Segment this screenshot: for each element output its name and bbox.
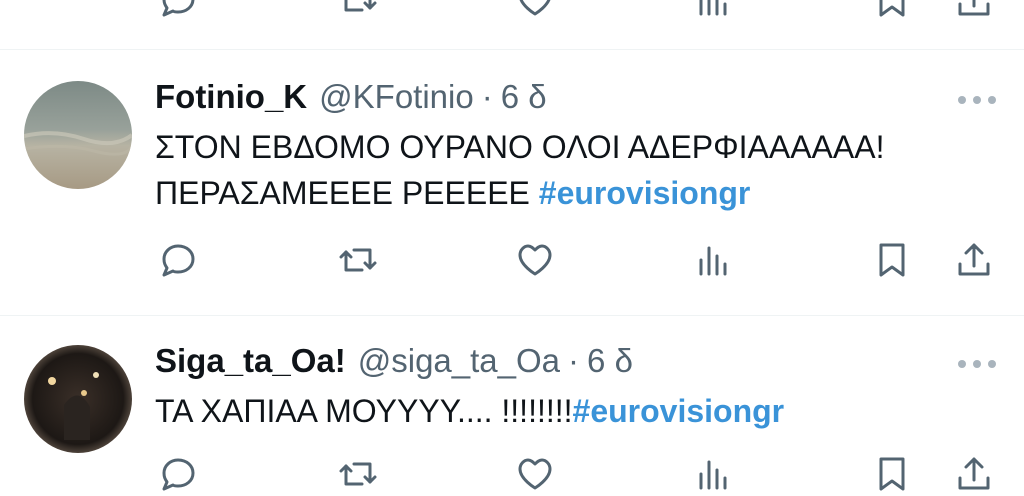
bookmark-icon [879,457,905,491]
bookmark-button[interactable] [870,452,914,496]
views-icon [699,246,727,276]
tweet-text: ΤΑ ΧΑΠΙΑΑ ΜΟΥΥΥΥ.... !!!!!!!!#eurovision… [155,388,784,434]
tweet-text-body: ΠΕΡΑΣΑΜΕΕΕΕ ΡΕΕΕΕΕ [155,175,539,211]
share-button[interactable] [952,452,996,496]
more-button[interactable] [955,90,999,110]
reply-button[interactable] [156,238,200,282]
reply-button[interactable] [156,452,200,496]
bookmark-button[interactable] [870,238,914,282]
retweet-icon [339,248,377,272]
avatar[interactable] [24,345,132,453]
timestamp[interactable]: 6 δ [587,342,633,380]
tweet[interactable]: Siga_ta_Oa! @siga_ta_Oa · 6 δ ΤΑ ΧΑΠΙΑΑ … [0,316,1024,491]
reply-icon [162,458,195,491]
avatar[interactable] [24,81,132,189]
more-icon [958,96,966,104]
share-icon [958,0,990,16]
reply-icon [162,0,195,17]
retweet-icon [339,462,377,486]
tweet-header: Siga_ta_Oa! @siga_ta_Oa · 6 δ [155,342,633,386]
views-icon [699,0,727,16]
user-handle[interactable]: @siga_ta_Oa [358,342,560,380]
hashtag-link[interactable]: #eurovisiongr [573,393,785,429]
tweet-text-line: ΠΕΡΑΣΑΜΕΕΕΕ ΡΕΕΕΕΕ #eurovisiongr [155,170,884,216]
share-icon [958,243,990,276]
share-icon [958,457,990,490]
avatar-beach-image [24,81,132,189]
views-icon [699,460,727,490]
display-name[interactable]: Fotinio_K [155,78,307,116]
retweet-button[interactable] [336,238,380,282]
tweet-header: Fotinio_K @KFotinio · 6 δ [155,78,547,122]
avatar-night-image [24,345,132,453]
action-row-previous [0,0,1024,18]
retweet-button[interactable] [336,0,380,22]
tweet-text: ΣΤΟΝ ΕΒΔΟΜΟ ΟΥΡΑΝΟ ΟΛΟΙ ΑΔΕΡΦΙΑΑΑΑΑΑ! ΠΕ… [155,124,884,216]
retweet-button[interactable] [336,452,380,496]
like-icon [518,458,552,490]
views-button[interactable] [691,238,735,282]
timestamp[interactable]: 6 δ [501,78,547,116]
tweet-text-line: ΣΤΟΝ ΕΒΔΟΜΟ ΟΥΡΑΝΟ ΟΛΟΙ ΑΔΕΡΦΙΑΑΑΑΑΑ! [155,129,885,165]
tweet-text-body: ΤΑ ΧΑΠΙΑΑ ΜΟΥΥΥΥ.... !!!!!!!! [155,393,573,429]
like-icon [519,0,551,16]
hashtag-link[interactable]: #eurovisiongr [539,175,751,211]
bookmark-icon [879,0,905,17]
dot-separator: · [568,342,580,379]
views-button[interactable] [691,0,735,22]
action-row [0,452,1024,492]
like-icon [518,244,552,276]
bookmark-icon [879,243,905,277]
views-button[interactable] [691,452,735,496]
like-button[interactable] [513,0,557,22]
more-icon [958,360,966,368]
dot-separator: · [481,78,493,115]
share-button[interactable] [952,238,996,282]
display-name[interactable]: Siga_ta_Oa! [155,342,346,380]
reply-icon [162,244,195,277]
like-button[interactable] [513,452,557,496]
bookmark-button[interactable] [870,0,914,22]
tweet[interactable]: Fotinio_K @KFotinio · 6 δ ΣΤΟΝ ΕΒΔΟΜΟ ΟΥ… [0,50,1024,315]
user-handle[interactable]: @KFotinio [319,78,474,116]
like-button[interactable] [513,238,557,282]
more-button[interactable] [955,354,999,374]
reply-button[interactable] [156,0,200,22]
tweet-text-line: ΤΑ ΧΑΠΙΑΑ ΜΟΥΥΥΥ.... !!!!!!!!#eurovision… [155,388,784,434]
share-button[interactable] [952,0,996,22]
retweet-icon [344,0,377,12]
action-row [0,238,1024,278]
